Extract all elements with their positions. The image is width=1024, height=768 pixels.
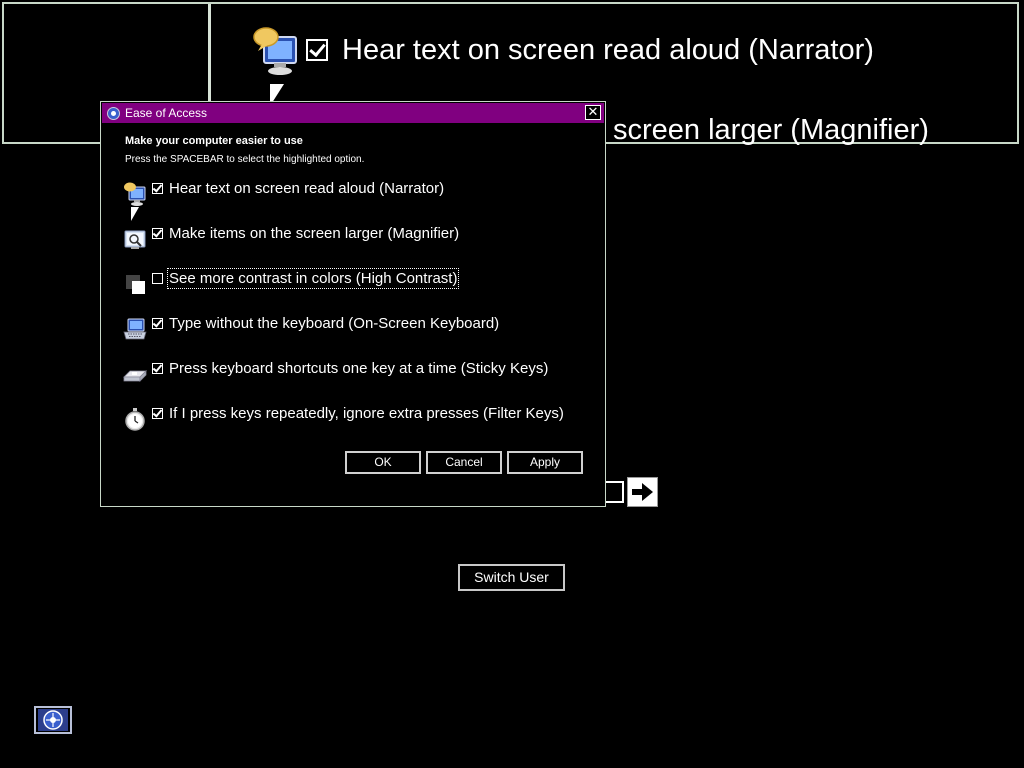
dialog-heading: Make your computer easier to use	[125, 135, 303, 147]
logon-screen: Hear text on screen read aloud (Narrator…	[0, 0, 1024, 768]
dialog-instruction: Press the SPACEBAR to select the highlig…	[125, 154, 365, 165]
ease-of-access-title-icon	[107, 106, 120, 120]
high-contrast-label[interactable]: See more contrast in colors (High Contra…	[166, 268, 460, 289]
narrator-checkbox[interactable]	[152, 183, 163, 194]
mouse-cursor-icon	[131, 207, 139, 221]
ease-of-access-icon	[38, 709, 68, 731]
filter-keys-icon	[125, 408, 145, 431]
narrator-label[interactable]: Hear text on screen read aloud (Narrator…	[169, 180, 444, 197]
ease-of-access-dialog: Ease of Access ✕ Make your computer easi…	[100, 101, 606, 507]
magnifier-magnifier-label: screen larger (Magnifier)	[613, 114, 929, 146]
switch-user-button[interactable]: Switch User	[458, 564, 565, 591]
option-magnifier[interactable]: Make items on the screen larger (Magnifi…	[123, 225, 459, 255]
magnifier-narrator-row: Hear text on screen read aloud (Narrator…	[252, 22, 874, 78]
magnifier-label[interactable]: Make items on the screen larger (Magnifi…	[169, 225, 459, 242]
narrator-icon	[124, 182, 146, 206]
magnifier-icon	[124, 230, 146, 249]
option-narrator[interactable]: Hear text on screen read aloud (Narrator…	[123, 180, 444, 210]
high-contrast-icon	[126, 275, 145, 294]
filter-keys-checkbox[interactable]	[152, 408, 163, 419]
magnifier-narrator-checkbox	[306, 39, 328, 61]
option-sticky-keys[interactable]: Press keyboard shortcuts one key at a ti…	[123, 360, 548, 390]
option-on-screen-keyboard[interactable]: Type without the keyboard (On-Screen Key…	[123, 315, 499, 345]
close-button[interactable]: ✕	[585, 105, 601, 120]
ease-of-access-button[interactable]	[34, 706, 72, 734]
on-screen-keyboard-checkbox[interactable]	[152, 318, 163, 329]
cancel-button[interactable]: Cancel	[426, 451, 502, 474]
ok-button[interactable]: OK	[345, 451, 421, 474]
dialog-title: Ease of Access	[125, 106, 208, 120]
password-field[interactable]	[604, 481, 624, 503]
magnifier-checkbox[interactable]	[152, 228, 163, 239]
arrow-right-icon	[632, 483, 653, 501]
keyboard-icon	[123, 318, 147, 340]
sticky-keys-checkbox[interactable]	[152, 363, 163, 374]
on-screen-keyboard-label[interactable]: Type without the keyboard (On-Screen Key…	[169, 315, 499, 332]
magnifier-narrator-label: Hear text on screen read aloud (Narrator…	[342, 33, 874, 66]
narrator-monitor-icon	[253, 27, 297, 75]
sticky-keys-icon	[123, 370, 147, 382]
high-contrast-checkbox[interactable]	[152, 273, 163, 284]
filter-keys-label[interactable]: If I press keys repeatedly, ignore extra…	[169, 405, 564, 422]
submit-button[interactable]	[627, 477, 658, 507]
option-filter-keys[interactable]: If I press keys repeatedly, ignore extra…	[123, 405, 564, 435]
dialog-title-bar[interactable]: Ease of Access ✕	[102, 103, 604, 123]
sticky-keys-label[interactable]: Press keyboard shortcuts one key at a ti…	[169, 360, 548, 377]
option-high-contrast[interactable]: See more contrast in colors (High Contra…	[123, 268, 460, 300]
apply-button[interactable]: Apply	[507, 451, 583, 474]
